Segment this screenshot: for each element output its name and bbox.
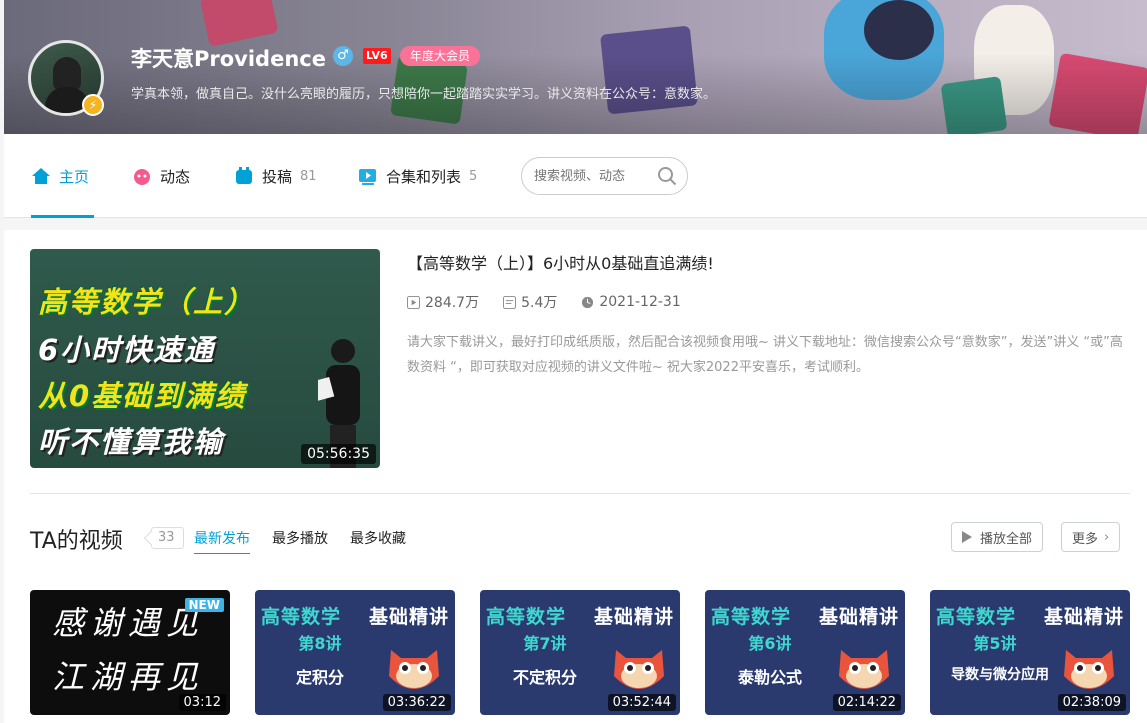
collections-count: 5 [469, 168, 478, 184]
video-duration: 03:52:44 [607, 694, 676, 711]
thumb-header-left: 高等数学 [261, 606, 342, 628]
mascot-icon [839, 650, 889, 689]
new-badge: NEW [184, 598, 224, 612]
danmaku-icon [503, 295, 517, 309]
video-duration: 05:56:35 [301, 444, 376, 464]
thumb-lecture-number: 第8讲 [298, 634, 342, 653]
tab-posts-label: 投稿 [262, 167, 293, 186]
video-card[interactable]: 高等数学 基础精讲 第7讲 不定积分 03:52:44 [480, 590, 680, 715]
featured-video-description: 请大家下载讲义，最好打印成纸质版，然后配合该视频食用哦~ 讲义下载地址：微信搜索… [407, 335, 1123, 375]
collections-icon [359, 169, 376, 185]
posts-count: 81 [300, 168, 317, 184]
video-duration: 03:36:22 [382, 694, 451, 711]
featured-video-meta: 284.7万 5.4万 2021-12-31 [407, 292, 705, 312]
thumb-topic: 不定积分 [512, 668, 577, 687]
featured-video-thumbnail[interactable]: 高等数学（上） 6小时快速通 从0基础到满绩 听不懂算我输 05:56:35 [30, 249, 380, 468]
mascot-icon [1064, 650, 1114, 689]
more-label: 更多 [1072, 531, 1099, 547]
view-count: 284.7万 [425, 295, 480, 311]
thumb-header-left: 高等数学 [711, 606, 792, 628]
search-input[interactable] [534, 168, 652, 184]
sort-newest[interactable]: 最新发布 [194, 528, 250, 554]
thumb-topic: 泰勒公式 [737, 668, 802, 687]
profile-navbar: 主页 动态 投稿 81 合集和列表 5 [4, 134, 1147, 218]
video-card[interactable]: 感谢遇见 江湖再见 NEW 03:12 [30, 590, 230, 715]
thumb-handwriting: 感谢遇见 [52, 604, 205, 642]
vip-badge[interactable]: 年度大会员 [400, 46, 481, 66]
thumb-header-left: 高等数学 [936, 606, 1017, 628]
video-card[interactable]: 高等数学 基础精讲 第8讲 定积分 03:36:22 [255, 590, 455, 715]
tab-dynamic-label: 动态 [160, 167, 191, 186]
video-duration: 02:14:22 [832, 694, 901, 711]
featured-video-title[interactable]: 【高等数学（上）】6小时从0基础直追满绩! [407, 250, 714, 274]
tab-home[interactable]: 主页 [31, 134, 89, 218]
videos-count-badge: 33 [151, 527, 184, 549]
thumb-text-line: 从0基础到满绩 [38, 379, 247, 413]
user-bio: 学真本领，做真自己。没什么亮眼的履历，只想陪你一起踏踏实实学习。讲义资料在公众号… [131, 87, 717, 102]
lightning-icon: ⚡ [82, 94, 104, 116]
thumb-lecture-number: 第6讲 [748, 634, 792, 653]
mascot-icon [614, 650, 664, 689]
mascot-icon [389, 650, 439, 689]
video-duration: 03:12 [178, 694, 226, 711]
play-all-label: 播放全部 [980, 531, 1033, 547]
thumb-header-right: 基础精讲 [368, 606, 449, 628]
main-content: 高等数学（上） 6小时快速通 从0基础到满绩 听不懂算我输 05:56:35 【… [4, 230, 1147, 723]
more-button[interactable]: 更多 › [1061, 522, 1121, 552]
dynamic-icon [134, 169, 150, 185]
publish-date: 2021-12-31 [599, 294, 681, 310]
thumb-header-right: 基础精讲 [1043, 606, 1124, 628]
tab-posts[interactable]: 投稿 81 [234, 134, 317, 218]
thumb-header-left: 高等数学 [486, 606, 567, 628]
thumb-text-line: 6小时快速通 [38, 333, 216, 367]
tab-collections-label: 合集和列表 [386, 167, 462, 186]
thumb-topic: 导数与微分应用 [951, 667, 1049, 683]
video-card[interactable]: 高等数学 基础精讲 第5讲 导数与微分应用 02:38:09 [930, 590, 1130, 715]
videos-section-title: TA的视频 [30, 529, 123, 554]
tab-collections[interactable]: 合集和列表 5 [358, 134, 477, 218]
level-badge: LV6 [363, 48, 391, 64]
sort-most-played[interactable]: 最多播放 [272, 528, 328, 548]
thumb-header-right: 基础精讲 [593, 606, 674, 628]
thumb-handwriting: 江湖再见 [52, 658, 205, 696]
thumb-text-line: 听不懂算我输 [38, 425, 225, 459]
male-icon: ♂ [333, 46, 353, 66]
play-icon [962, 531, 972, 543]
thumb-text-line: 高等数学（上） [38, 285, 256, 319]
thumb-lecture-number: 第7讲 [523, 634, 567, 653]
tab-home-label: 主页 [59, 167, 90, 186]
posts-icon [236, 167, 252, 184]
clock-icon [582, 296, 594, 308]
tab-dynamic[interactable]: 动态 [132, 134, 190, 218]
video-card[interactable]: 高等数学 基础精讲 第6讲 泰勒公式 02:14:22 [705, 590, 905, 715]
active-tab-indicator [31, 215, 94, 218]
play-count-icon [407, 295, 420, 309]
thumb-topic: 定积分 [295, 668, 344, 687]
search-icon[interactable] [657, 166, 677, 186]
danmaku-count: 5.4万 [521, 295, 558, 311]
chevron-right-icon: › [1104, 529, 1110, 545]
play-all-button[interactable]: 播放全部 [951, 522, 1044, 552]
thumb-lecture-number: 第5讲 [973, 634, 1017, 653]
thumb-header-right: 基础精讲 [818, 606, 899, 628]
video-duration: 02:38:09 [1057, 694, 1126, 711]
divider [30, 493, 1130, 494]
username: 李天意Providence [131, 47, 326, 71]
search-box[interactable] [521, 157, 688, 195]
sort-most-favorited[interactable]: 最多收藏 [350, 528, 406, 548]
home-icon [32, 168, 50, 184]
